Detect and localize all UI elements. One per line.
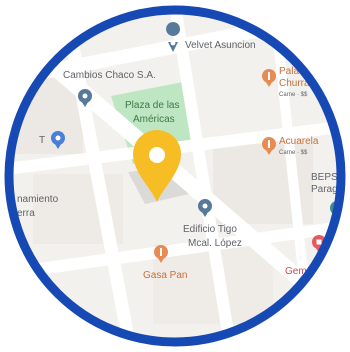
pin-dot: [55, 135, 61, 141]
poi-label-velvet: Velvet Asuncion: [185, 40, 256, 51]
poi-label-acuarela: Acuarela: [279, 136, 319, 147]
poi-label-cambios: Cambios Chaco S.A.: [63, 70, 156, 81]
fork-glyph: [160, 248, 162, 256]
poi-label-gasa: Gasa Pan: [143, 270, 187, 281]
poi-label-tigo: Mcal. López: [188, 238, 242, 249]
poi-label-plaza: Américas: [133, 114, 175, 125]
poi-label-alojamiento: namiento: [17, 194, 59, 205]
poi-label-tigo: Edificio Tigo: [183, 224, 237, 235]
poi-label-alojamiento: erra: [17, 208, 35, 219]
pin-dot: [202, 203, 208, 209]
poi-label-t: T: [39, 135, 45, 146]
poi-label-plaza: Plaza de las: [125, 100, 179, 111]
pin-dot: [82, 93, 88, 99]
bag-glyph: [316, 239, 322, 245]
fork-glyph: [268, 72, 270, 80]
pin-dot: [170, 40, 176, 46]
map-view[interactable]: Velvet Asuncion Cambios Chaco S.A. Plaza…: [3, 4, 347, 348]
fork-glyph: [268, 140, 270, 148]
poi-label-paladar-sub: Carne · $$: [279, 92, 308, 98]
poi-label-acuarela-sub: Carne · $$: [279, 150, 308, 156]
